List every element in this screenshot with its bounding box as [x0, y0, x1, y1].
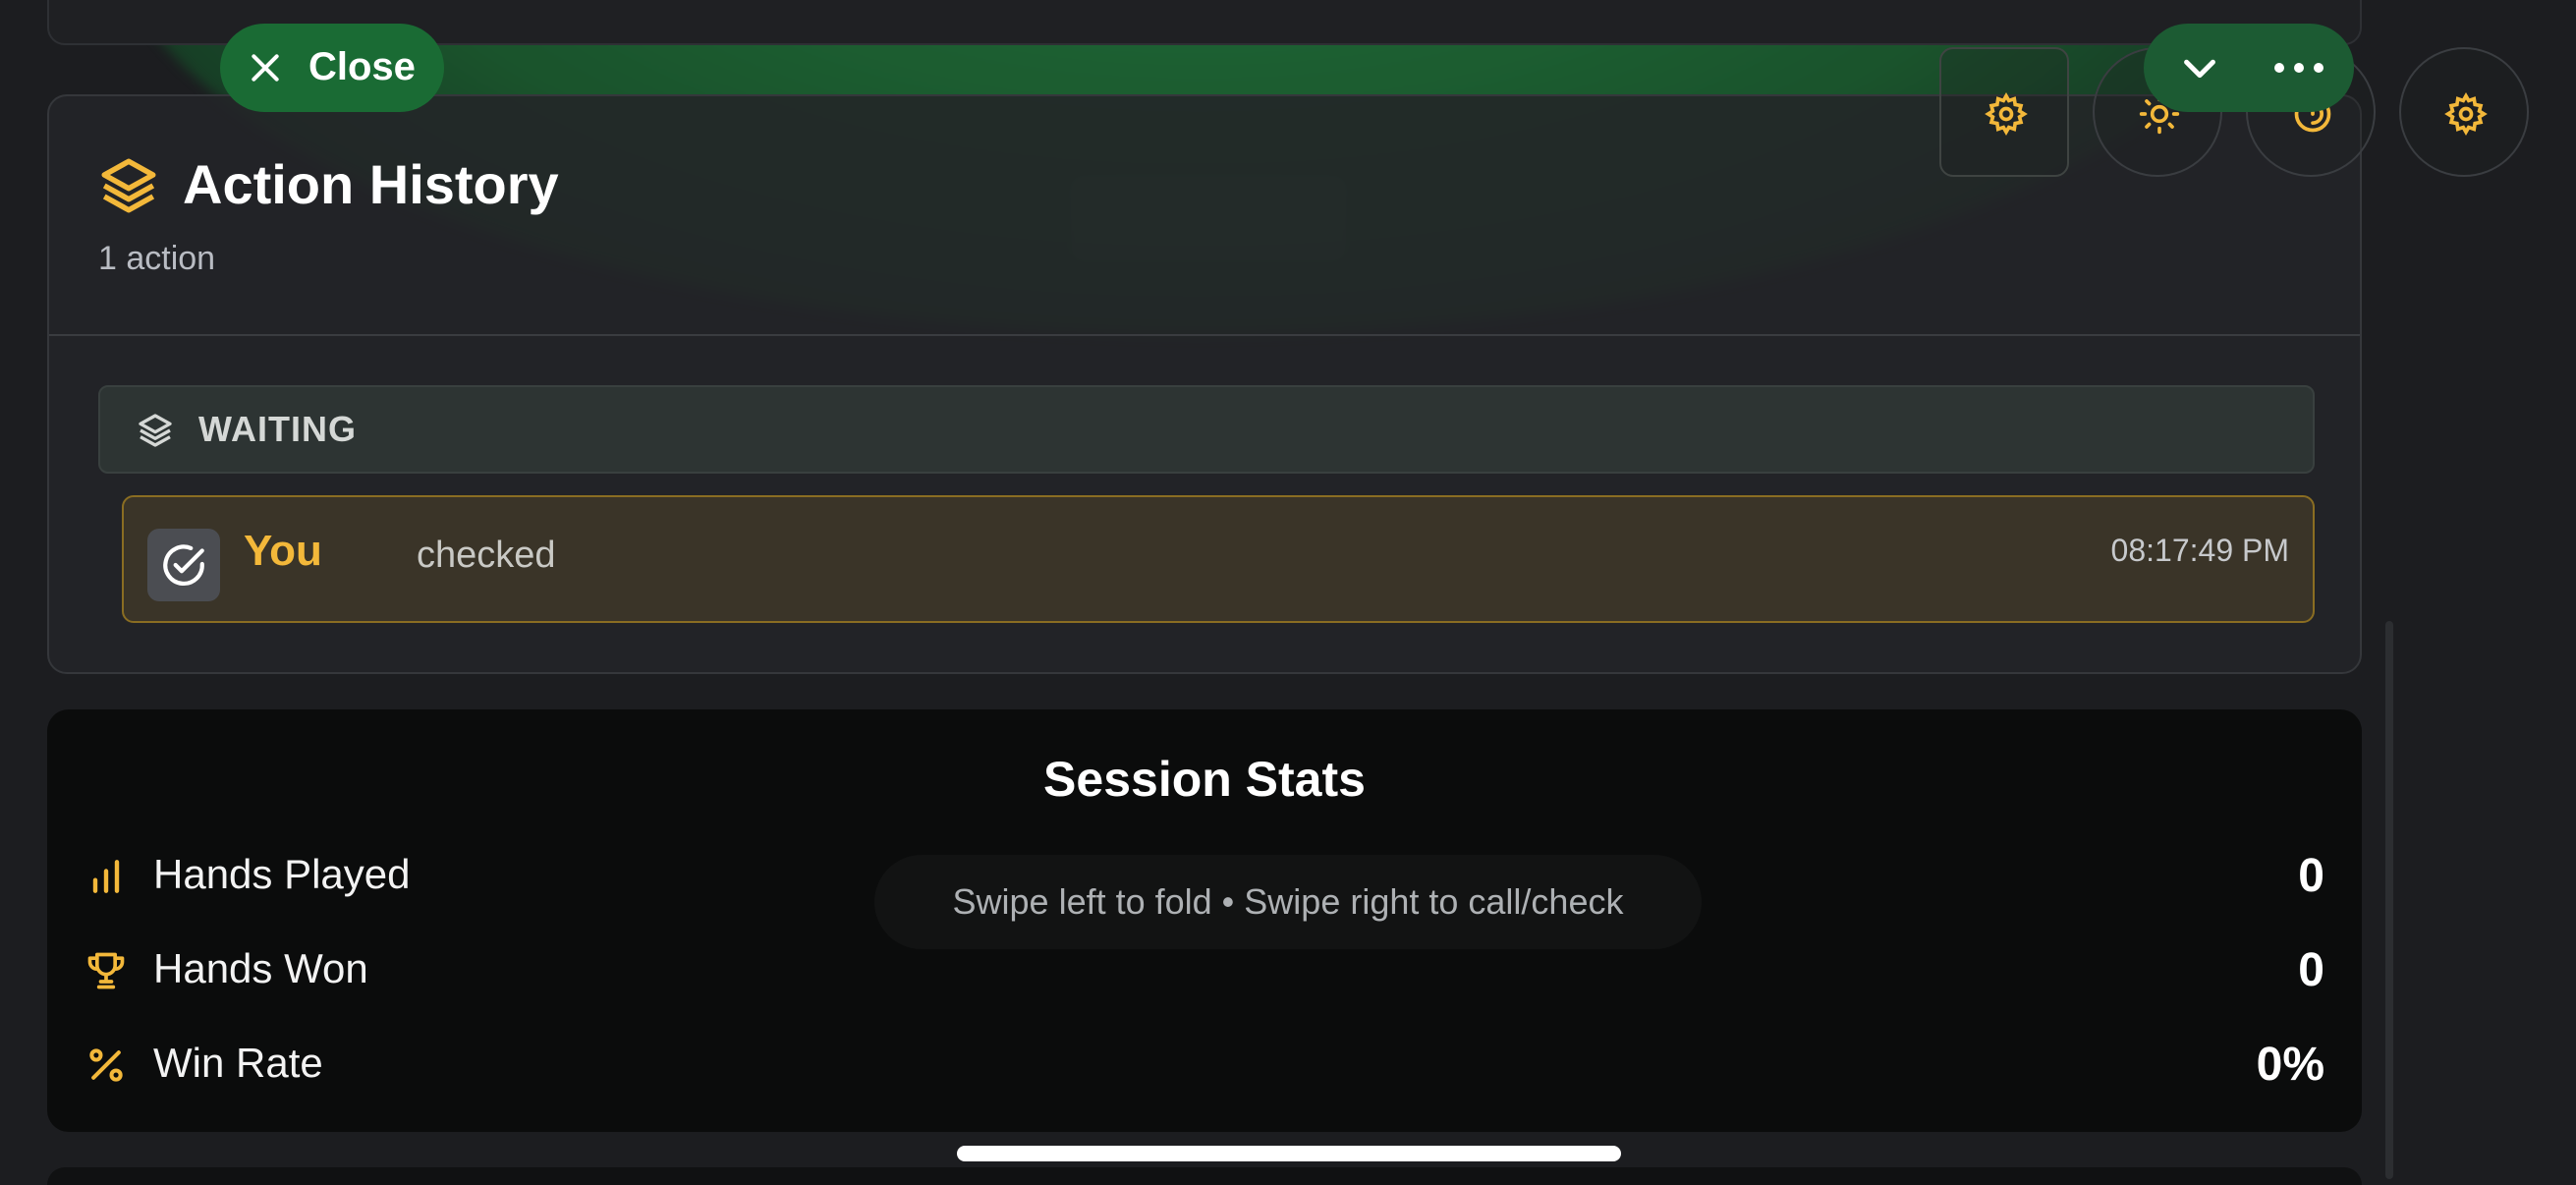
action-count: 1 action	[98, 240, 216, 277]
percent-icon	[89, 1048, 123, 1082]
stat-row-win-rate: Win Rate 0%	[47, 1032, 2362, 1100]
stat-label: Hands Played	[153, 851, 411, 897]
layers-icon	[139, 414, 172, 447]
top-menu-pill	[2144, 24, 2354, 112]
stat-value: 0	[2298, 850, 2324, 902]
action-timestamp: 08:17:49 PM	[2110, 533, 2289, 568]
close-button[interactable]: Close	[220, 24, 444, 112]
swipe-hint: Swipe left to fold • Swipe right to call…	[874, 855, 1702, 949]
settings-button[interactable]	[1939, 47, 2069, 177]
settings-icon	[1985, 92, 2028, 136]
stat-value: 0	[2298, 944, 2324, 996]
more-icon[interactable]	[2271, 57, 2326, 79]
bottom-card-edge	[47, 1167, 2362, 1185]
poker-screen: Action History 1 action WAITING You chec…	[0, 0, 2576, 1185]
action-history-title: Action History	[183, 153, 559, 215]
action-actor: You	[244, 527, 322, 575]
stat-label: Win Rate	[153, 1040, 323, 1086]
settings-icon	[2444, 92, 2488, 136]
bar-chart-icon	[92, 860, 120, 893]
check-action-icon-box	[147, 529, 220, 601]
action-verb: checked	[417, 535, 556, 576]
trophy-icon	[87, 952, 125, 989]
home-indicator[interactable]	[957, 1146, 1621, 1161]
layers-icon	[101, 158, 156, 213]
session-stats-title: Session Stats	[1043, 752, 1366, 807]
scrollbar[interactable]	[2385, 621, 2393, 1179]
chevron-down-icon[interactable]	[2175, 45, 2224, 90]
settings-button-secondary[interactable]	[2399, 47, 2529, 177]
phase-header: WAITING	[98, 385, 2315, 474]
phase-label: WAITING	[198, 409, 357, 449]
close-label: Close	[308, 45, 416, 88]
stat-label: Hands Won	[153, 945, 368, 991]
close-icon	[252, 54, 279, 82]
action-history-panel: Action History 1 action WAITING You chec…	[47, 94, 2362, 674]
stat-value: 0%	[2256, 1039, 2324, 1091]
check-circle-icon	[163, 544, 204, 586]
action-entry: You checked 08:17:49 PM	[122, 495, 2315, 623]
